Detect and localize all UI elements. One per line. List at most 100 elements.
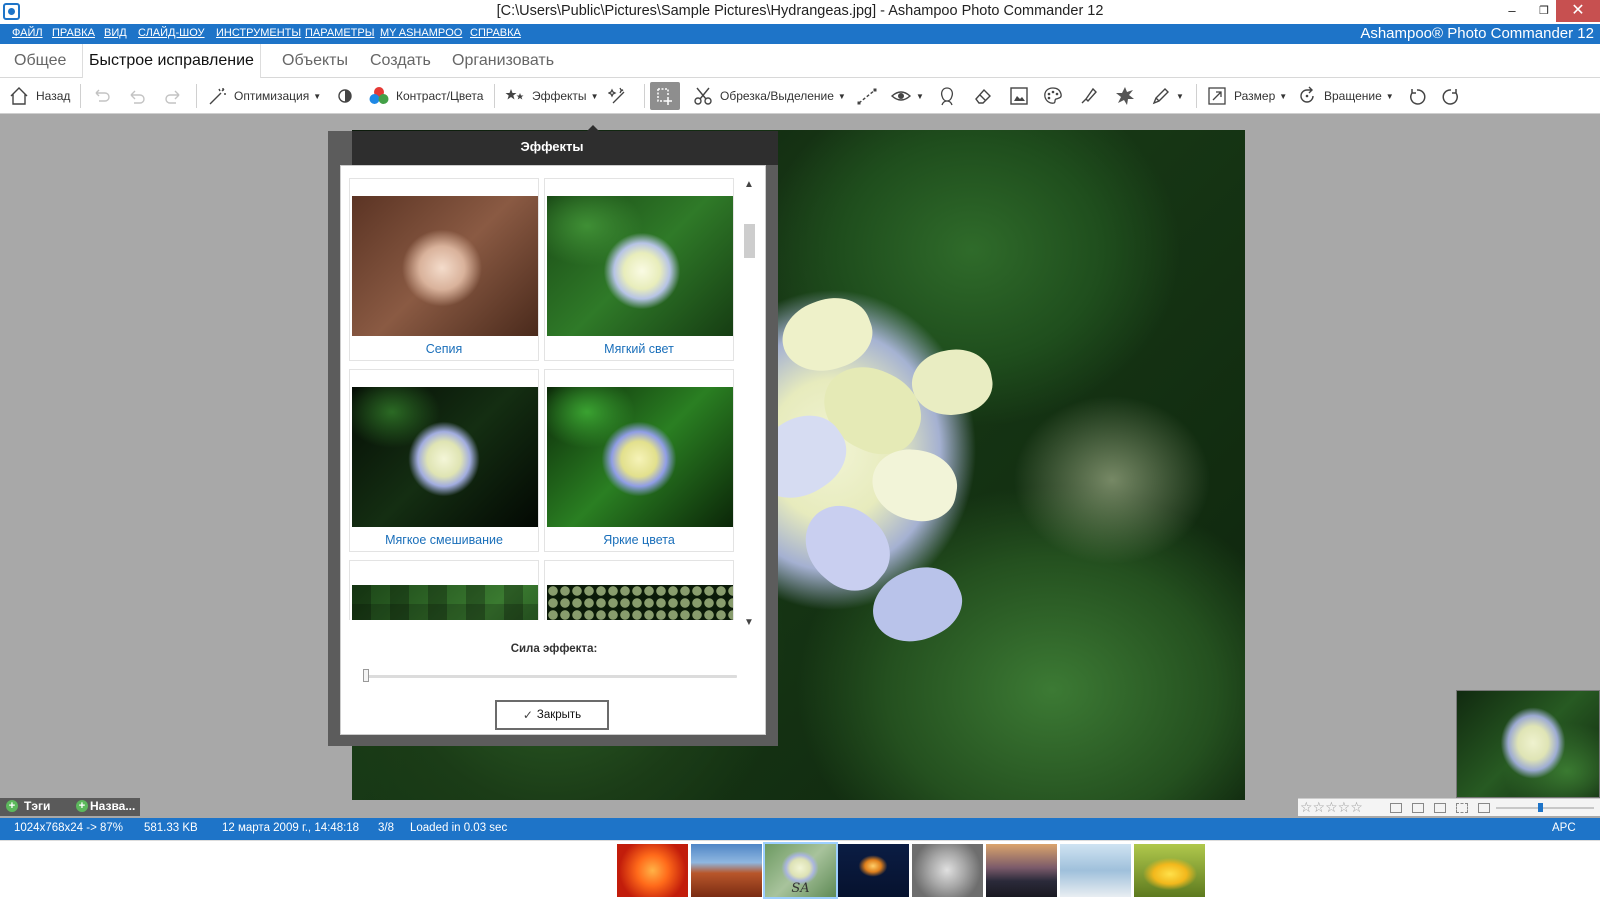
menu-file[interactable]: ФАЙЛ (12, 27, 43, 39)
rating-stars[interactable]: ☆☆☆☆☆ (1300, 799, 1363, 816)
filmstrip-thumb-selected[interactable]: SA (763, 842, 838, 899)
monitor-icon[interactable] (1478, 803, 1490, 813)
frame-button[interactable] (1008, 82, 1030, 110)
names-button[interactable]: + Назва... (76, 799, 135, 813)
palette-button[interactable] (1042, 82, 1064, 110)
menu-settings[interactable]: ПАРАМЕТРЫ (305, 27, 374, 39)
menu-view[interactable]: ВИД (104, 27, 127, 39)
effect-label: Яркие цвета (603, 533, 675, 547)
optimize-button[interactable]: Оптимизация ▼ (206, 82, 321, 110)
back-button[interactable]: Назад (8, 82, 70, 110)
tags-button[interactable]: + Тэги (6, 799, 50, 813)
filmstrip-thumb[interactable] (1134, 844, 1205, 897)
fullscreen-icon[interactable] (1456, 803, 1468, 813)
close-window-button[interactable]: ✕ (1556, 0, 1600, 22)
filmstrip-thumb[interactable] (838, 844, 909, 897)
crop-selection-button[interactable]: Обрезка/Выделение ▼ (692, 82, 846, 110)
contrast-colors-label: Контраст/Цвета (396, 89, 484, 103)
paint-brush-icon (1081, 87, 1097, 104)
scroll-up-icon[interactable]: ▲ (741, 178, 757, 192)
menu-my-ashampoo[interactable]: MY ASHAMPOO (380, 27, 462, 39)
view-grid-icon[interactable] (1434, 803, 1446, 813)
undo-history-button[interactable] (90, 82, 112, 110)
effect-soft-blend[interactable]: Мягкое смешивание (349, 369, 539, 552)
color-circles-icon (369, 87, 389, 104)
menu-help[interactable]: СПРАВКА (470, 27, 521, 39)
plus-icon: + (76, 800, 88, 812)
tab-quick-fix[interactable]: Быстрое исправление (82, 44, 261, 78)
window-title: [C:\Users\Public\Pictures\Sample Picture… (496, 3, 1104, 19)
palette-icon (1044, 87, 1062, 104)
undo-all-icon (95, 89, 110, 102)
portrait-retouch-button[interactable] (936, 82, 958, 110)
close-dialog-label: Закрыть (536, 709, 582, 721)
title-bar: [C:\Users\Public\Pictures\Sample Picture… (0, 0, 1600, 24)
effects-scrollbar[interactable]: ▲ ▼ (741, 178, 757, 630)
zoom-slider[interactable] (1496, 807, 1594, 809)
effects-dialog: Сепия Мягкий свет Мягкое смешивание Ярки… (340, 165, 766, 735)
zoom-slider-handle[interactable] (1538, 803, 1543, 812)
filmstrip-thumb[interactable] (1060, 844, 1131, 897)
view-single-icon[interactable] (1390, 803, 1402, 813)
close-dialog-button[interactable]: ✓ Закрыть (495, 700, 609, 730)
resize-button[interactable]: Размер ▼ (1206, 82, 1287, 110)
tab-create[interactable]: Создать (364, 44, 437, 78)
effect-label: Мягкое смешивание (385, 533, 503, 547)
effect-dots[interactable] (544, 560, 734, 620)
chevron-down-icon: ▼ (916, 91, 924, 101)
home-icon (10, 87, 28, 105)
pen-button[interactable]: ▼ (1150, 82, 1184, 110)
effect-pixelate[interactable] (349, 560, 539, 620)
menu-slideshow[interactable]: СЛАЙД-ШОУ (138, 27, 205, 39)
navigator-preview[interactable] (1456, 690, 1600, 798)
effect-sepia[interactable]: Сепия (349, 178, 539, 361)
red-eye-button[interactable]: ▼ (890, 82, 924, 110)
selection-tool-button[interactable] (650, 82, 680, 110)
image-viewer[interactable] (0, 115, 1600, 815)
tab-objects[interactable]: Объекты (276, 44, 354, 78)
scroll-down-icon[interactable]: ▼ (741, 616, 757, 630)
slider-handle[interactable] (363, 669, 369, 682)
crop-selection-label: Обрезка/Выделение (720, 89, 834, 103)
brightness-button[interactable] (334, 82, 356, 110)
eraser-button[interactable] (972, 82, 994, 110)
effects-button[interactable]: Эффекты ▼ (504, 82, 598, 110)
scissors-icon (694, 87, 712, 105)
contrast-colors-button[interactable]: Контраст/Цвета (368, 82, 483, 110)
rating-bar: ☆☆☆☆☆ (1298, 798, 1600, 816)
minimize-button[interactable]: ‒ (1496, 0, 1528, 22)
optimize-label: Оптимизация (234, 89, 310, 103)
brush-button[interactable] (1078, 82, 1100, 110)
effect-label: Мягкий свет (604, 342, 674, 356)
straighten-button[interactable] (856, 82, 878, 110)
filmstrip-thumb[interactable] (912, 844, 983, 897)
rotate-left-button[interactable] (1406, 82, 1428, 110)
rotate-button[interactable]: Вращение ▼ (1296, 82, 1394, 110)
filmstrip-thumb[interactable] (986, 844, 1057, 897)
chevron-down-icon: ▼ (1279, 91, 1288, 101)
effect-vivid-colors[interactable]: Яркие цвета (544, 369, 734, 552)
status-lang: APC (1552, 822, 1576, 834)
chevron-down-icon: ▼ (1176, 91, 1184, 101)
chevron-down-icon: ▼ (837, 91, 846, 101)
filmstrip-thumb[interactable] (691, 844, 762, 897)
scrollbar-thumb[interactable] (744, 224, 755, 258)
resize-icon (1208, 87, 1226, 105)
effect-soft-light[interactable]: Мягкий свет (544, 178, 734, 361)
redo-button[interactable] (162, 82, 184, 110)
tab-organize[interactable]: Организовать (446, 44, 560, 78)
rotate-right-button[interactable] (1440, 82, 1462, 110)
tab-general[interactable]: Общее (8, 44, 72, 78)
undo-button[interactable] (126, 82, 148, 110)
status-index: 3/8 (378, 822, 394, 834)
effect-strength-slider[interactable] (365, 675, 737, 678)
back-label: Назад (36, 89, 71, 103)
artistic-effects-button[interactable] (608, 82, 630, 110)
splash-button[interactable] (1114, 82, 1136, 110)
effect-strength-label: Сила эффекта: (510, 643, 598, 655)
view-compare-icon[interactable] (1412, 803, 1424, 813)
effect-thumbnail (352, 387, 538, 527)
menu-edit[interactable]: ПРАВКА (52, 27, 95, 39)
menu-tools[interactable]: ИНСТРУМЕНТЫ (216, 27, 301, 39)
filmstrip-thumb[interactable] (617, 844, 688, 897)
